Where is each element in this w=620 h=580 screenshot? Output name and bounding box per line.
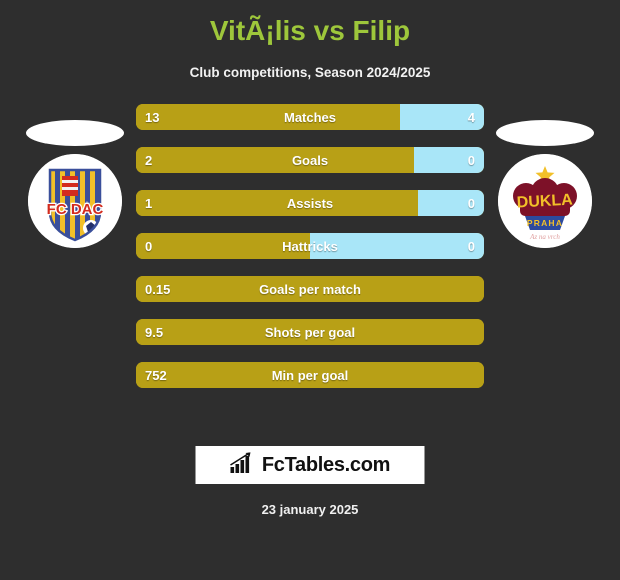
stat-rows: 13 Matches 4 2 Goals 0 1 Assists 0 0 Hat… — [136, 104, 484, 405]
matches-label: Matches — [283, 109, 337, 125]
goals-label: Goals — [291, 152, 329, 168]
stat-row-goals-per-match: 0.15 Goals per match — [136, 276, 484, 302]
svg-text:PRAHA: PRAHA — [527, 218, 563, 228]
assists-right-value: 0 — [467, 195, 475, 211]
stat-row-assists: 1 Assists 0 — [136, 190, 484, 216]
stat-row-min-per-goal: 752 Min per goal — [136, 362, 484, 388]
svg-text:FC DAC: FC DAC — [47, 201, 104, 218]
left-logo-glow-ellipse — [26, 120, 124, 146]
goals-per-match-label: Goals per match — [259, 281, 361, 297]
hattricks-right-value: 0 — [467, 238, 475, 254]
goals-right-value: 0 — [467, 152, 475, 168]
bar-chart-icon — [230, 451, 256, 479]
fctables-brand-text: FcTables.com — [261, 454, 391, 476]
svg-text:DUKLA: DUKLA — [516, 192, 573, 212]
matches-right-value: 4 — [467, 109, 475, 125]
fctables-brand-logo[interactable]: FcTables.com — [195, 446, 425, 484]
right-team-logo-slot: DUKLA PRAHA Az na vrch — [470, 104, 620, 404]
right-logo-glow-ellipse — [496, 120, 594, 146]
stat-row-matches: 13 Matches 4 — [136, 104, 484, 130]
comparison-area: FC DAC DUKLA PRAHA Az na vrch 13 Matches… — [0, 104, 620, 404]
footer-date: 23 january 2025 — [261, 502, 359, 517]
assists-label: Assists — [286, 195, 334, 211]
page-title: VitÃ¡lis vs Filip — [209, 15, 411, 46]
stat-row-shots-per-goal: 9.5 Shots per goal — [136, 319, 484, 345]
svg-text:Az na vrch: Az na vrch — [529, 233, 560, 241]
stat-row-goals: 2 Goals 0 — [136, 147, 484, 173]
left-team-logo-slot: FC DAC — [0, 104, 150, 404]
hattricks-label: Hattricks — [282, 238, 338, 254]
left-team-crest: FC DAC — [28, 154, 122, 248]
header: VitÃ¡lis vs Filip Club competitions, Sea… — [0, 0, 620, 82]
shots-per-goal-label: Shots per goal — [264, 324, 356, 340]
page-subtitle: Club competitions, Season 2024/2025 — [189, 65, 431, 80]
min-per-goal-label: Min per goal — [271, 367, 349, 383]
right-team-crest: DUKLA PRAHA Az na vrch — [498, 154, 592, 248]
stat-row-hattricks: 0 Hattricks 0 — [136, 233, 484, 259]
